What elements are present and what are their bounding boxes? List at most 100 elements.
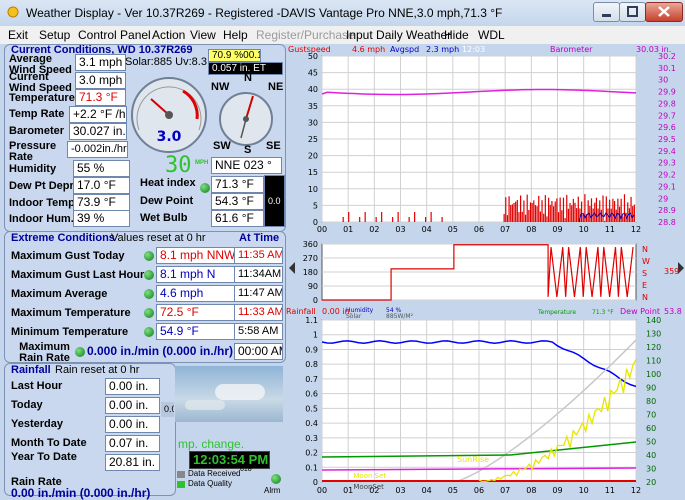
- barometer-label: Barometer: [9, 125, 65, 137]
- graph3-left-tick: 0.7: [305, 375, 318, 384]
- graph1-hour-tick: 09: [552, 225, 562, 234]
- barometer-value: 30.027 in.: [69, 123, 127, 140]
- graph3-hour-tick: 07: [500, 486, 510, 495]
- graph3-right-tick: 60: [646, 424, 656, 433]
- main-content: Current Conditions, WD 10.37R269 70.9 %0…: [0, 44, 685, 500]
- graph1-right-tick: 29: [658, 194, 668, 203]
- temp-change-text: mp. change.: [178, 437, 245, 451]
- graph3-left-tick: 1.1: [305, 316, 318, 325]
- graph3-hour-tick: 11: [605, 486, 615, 495]
- graphs-area: Gustspeed 4.6 mph Avgspd 2.3 mph 12:03 Barome…: [286, 44, 685, 500]
- menu-control-panel[interactable]: Control Panel: [78, 28, 151, 42]
- graph3-hour-tick: 06: [474, 486, 484, 495]
- avg-wind-value: 3.1 mph: [75, 54, 126, 71]
- graph3-right-tick: 130: [646, 330, 661, 339]
- graph3-hour-tick: 01: [343, 486, 353, 495]
- rainfall-row-label: Month To Date: [11, 437, 87, 449]
- data-quality-indicator: [177, 481, 185, 488]
- heat-index-value: 71.3 °F: [211, 176, 264, 193]
- extreme-conditions-panel: Extreme Conditions Values reset at 0 hr …: [4, 231, 286, 364]
- menu-setup[interactable]: Setup: [39, 28, 70, 42]
- graph1-right-tick: 29.9: [658, 88, 676, 97]
- current-wind-label: Current Wind Speed: [9, 71, 72, 94]
- extreme-row-time: 11:34AM: [234, 266, 283, 283]
- dew-graph-value: 53.8: [664, 307, 682, 316]
- graph3-right-tick: 120: [646, 343, 661, 352]
- graph1-time: 12:03: [462, 45, 485, 54]
- rainfall-row-value: 20.81 in.: [105, 454, 160, 471]
- minimize-button[interactable]: [593, 2, 620, 22]
- extreme-row-led: [144, 289, 154, 299]
- menu-view[interactable]: View: [190, 28, 216, 42]
- graph1-right-tick: 30.1: [658, 64, 676, 73]
- humidity-value: 55 %: [73, 160, 130, 177]
- graph3-hour-tick: 10: [579, 486, 589, 495]
- close-button[interactable]: [645, 2, 683, 22]
- maximize-button[interactable]: [619, 2, 646, 22]
- wind-speed-gauge: 3.0: [131, 77, 207, 153]
- graph2-tick: 0: [313, 296, 318, 304]
- graph3-right-tick: 140: [646, 316, 661, 325]
- graph2-dir-letter: W: [642, 257, 650, 266]
- graph3-right-tick: 30: [646, 465, 656, 474]
- menu-hide[interactable]: Hide: [444, 28, 469, 42]
- rainfall-title: Rainfall: [11, 364, 51, 376]
- dew-point-value: 54.3 °F: [211, 193, 264, 210]
- graph1-hour-tick: 00: [317, 225, 327, 234]
- menu-exit[interactable]: Exit: [8, 28, 28, 42]
- graph1-hour-tick: 07: [500, 225, 510, 234]
- gauge-value: 3.0: [157, 129, 182, 145]
- graph3-left-tick: 1: [313, 331, 318, 340]
- rain-hours-readout: 70.9 %00.1 4hrs: [208, 49, 261, 62]
- graph1-right-tick: 29.8: [658, 99, 676, 108]
- extreme-row-value: 4.6 mph: [156, 285, 236, 302]
- solar-uv-readout: Solar:885 Uv:8.3: [125, 56, 207, 68]
- dew-depression-value: 17.0 °F: [73, 177, 130, 194]
- graph1-right-tick: 30.2: [658, 52, 676, 61]
- graph3-left-tick: 0.3: [305, 434, 318, 443]
- extreme-row-led: [144, 308, 154, 318]
- temperature-value: 71.3 °F: [75, 89, 126, 106]
- graph3-left-tick: 0.9: [305, 345, 318, 354]
- graph3-hour-tick: 08: [526, 486, 536, 495]
- graph2-tick: 270: [303, 254, 318, 263]
- extreme-row-label: Maximum Gust Last Hour: [11, 269, 145, 281]
- extreme-row-time: 11:47 AM: [234, 285, 283, 302]
- at-time-heading: At Time: [239, 232, 280, 244]
- graph3-hour-tick: 05: [448, 486, 458, 495]
- rain-rate-value: 0.00 in./min (0.000 in./hr): [11, 486, 151, 500]
- mph-unit: MPH: [195, 160, 209, 166]
- extreme-row-value: 8.1 mph N: [156, 266, 236, 283]
- alarm-label: Alrm: [264, 486, 281, 495]
- graph3-right-tick: 90: [646, 384, 656, 393]
- graph3-right-tick: 110: [646, 357, 661, 366]
- graph3-left-tick: 0.8: [305, 360, 318, 369]
- max-rain-led: [75, 347, 85, 357]
- compass-s: S: [244, 144, 252, 156]
- menu-input-daily-weather[interactable]: Input Daily Weather: [346, 28, 451, 42]
- extreme-row-value: 72.5 °F: [156, 304, 236, 321]
- alarm-led: [271, 474, 281, 484]
- sky-camera-image: [175, 366, 283, 422]
- graph1-hour-tick: 02: [369, 225, 379, 234]
- wet-bulb-label: Wet Bulb: [140, 212, 188, 224]
- graph1-right-tick: 29.3: [658, 159, 676, 168]
- data-quality-label: Data Quality: [188, 479, 233, 488]
- close-icon: [658, 6, 670, 17]
- temp-graph-value: 71.3 °F: [592, 309, 614, 316]
- temp-rate-label: Temp Rate: [9, 108, 65, 120]
- rainfall-row-value: 0.00 in.: [105, 416, 160, 433]
- graph2-dir-value: 359: [664, 267, 679, 276]
- wet-bulb-value: 61.6 °F: [211, 210, 264, 227]
- graph1-hour-tick: 04: [422, 225, 432, 234]
- extreme-row-label: Maximum Average: [11, 288, 108, 300]
- extreme-row-time: 11:35 AM: [234, 247, 283, 264]
- max-rain-time: 00:00 AM: [234, 343, 283, 360]
- temperature-solar-graph: Rainfall 0.00 in.Humidity 54 %Solar 885W/M²…: [286, 306, 685, 500]
- menu-register-purchase[interactable]: Register/Purchase: [256, 28, 355, 42]
- current-side-value: 0.0: [264, 175, 285, 227]
- menu-help[interactable]: Help: [223, 28, 248, 42]
- extreme-conditions-title: Extreme Conditions: [11, 232, 115, 244]
- menu-action[interactable]: Action: [152, 28, 185, 42]
- menu-wdl[interactable]: WDL: [478, 28, 505, 42]
